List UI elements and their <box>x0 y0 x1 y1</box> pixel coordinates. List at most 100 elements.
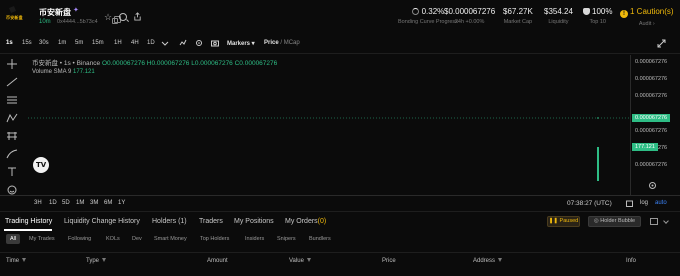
orders-count: (0) <box>317 218 327 225</box>
trades-table-header: Time Type Amount Value Price Address Inf… <box>0 252 680 268</box>
range-3m[interactable]: 3M <box>90 200 98 206</box>
filter-icon[interactable] <box>22 258 27 262</box>
tab-holders[interactable]: Holders (1) <box>152 218 187 225</box>
column-type[interactable]: Type <box>86 258 107 264</box>
volume-bar <box>597 147 599 181</box>
text-tool-icon[interactable] <box>6 167 18 177</box>
column-time[interactable]: Time <box>6 258 27 264</box>
price-axis[interactable]: 0.000067276 0.000067276 0.000067276 0.00… <box>630 55 680 195</box>
volume-badge: 177.121 <box>632 143 658 151</box>
timeframe-1d[interactable]: 1D <box>147 40 155 46</box>
layout-icon[interactable] <box>650 218 658 225</box>
auto-toggle[interactable]: auto <box>655 200 667 206</box>
star-icon[interactable]: ☆ <box>104 12 112 23</box>
shield-icon <box>583 8 590 15</box>
tradingview-logo[interactable]: TV <box>33 157 49 173</box>
horizontal-lines-icon[interactable] <box>6 95 18 105</box>
indicators-icon[interactable] <box>179 39 187 47</box>
contract-address[interactable]: 0x4444...5b73c4 <box>57 19 98 25</box>
chart-pair-label: 币安新盘 • 1s • Binance <box>32 60 101 67</box>
price-tick: 0.000067276 <box>635 162 668 168</box>
market-cap-label: Market Cap <box>503 19 533 25</box>
chart-legend-ohlc: 币安新盘 • 1s • Binance O0.000067276 H0.0000… <box>32 57 277 67</box>
range-3h[interactable]: 3H <box>34 200 42 206</box>
paused-button[interactable]: ❚❚ Paused <box>547 216 580 227</box>
camera-icon[interactable] <box>211 39 219 47</box>
timeframe-15s[interactable]: 15s <box>22 40 32 46</box>
range-6m[interactable]: 6M <box>104 200 112 206</box>
calendar-icon[interactable] <box>626 200 633 207</box>
price-chart[interactable] <box>28 55 630 195</box>
range-5d[interactable]: 5D <box>62 200 70 206</box>
filter-following[interactable]: Following <box>68 236 91 242</box>
column-address[interactable]: Address <box>473 258 503 264</box>
price-mcap-toggle[interactable]: Price / MCap <box>264 40 300 46</box>
filter-my-trades[interactable]: My Trades <box>29 236 55 242</box>
filter-kols[interactable]: KOLs <box>106 236 120 242</box>
token-header: 币安新盘 币安新盘 ✦ 10m 0x4444...5b73c4 ☆ 0.32% … <box>0 0 680 32</box>
token-name: 币安新盘 <box>39 8 71 17</box>
share-icon[interactable] <box>133 12 142 21</box>
tab-my-positions[interactable]: My Positions <box>234 218 274 225</box>
tab-trading-history[interactable]: Trading History <box>5 218 52 225</box>
filter-all[interactable]: All <box>6 234 21 244</box>
settings-gear-icon[interactable] <box>648 181 657 190</box>
active-tab-indicator <box>4 229 52 231</box>
filter-icon[interactable] <box>498 258 503 262</box>
stat-top10: 100% Top 10 <box>583 7 612 25</box>
tab-my-orders[interactable]: My Orders(0) <box>285 218 326 225</box>
filter-icon[interactable] <box>102 258 107 262</box>
settings-icon[interactable] <box>195 39 203 47</box>
current-price-badge: 0.000067276 <box>632 114 671 122</box>
price-change-label: 24h +0.00% <box>454 19 485 25</box>
filter-insiders[interactable]: Insiders <box>245 236 264 242</box>
trendline-icon[interactable] <box>6 77 18 87</box>
timeframe-5m[interactable]: 5m <box>75 40 83 46</box>
ohlc-values: O0.000067276 H0.000067276 L0.000067276 C… <box>101 60 278 67</box>
stat-price: $0.000067276 24h +0.00% <box>444 7 495 25</box>
pattern-icon[interactable] <box>6 113 18 123</box>
timeframe-4h[interactable]: 4H <box>131 40 139 46</box>
chevron-down-icon[interactable] <box>161 39 169 47</box>
crosshair-icon[interactable] <box>6 59 18 69</box>
filter-snipers[interactable]: Snipers <box>277 236 296 242</box>
token-logo: 币安新盘 <box>6 6 30 26</box>
filter-dev[interactable]: Dev <box>132 236 142 242</box>
liquidity-value: $354.24 <box>544 7 573 16</box>
column-price: Price <box>382 258 396 264</box>
filter-icon[interactable] <box>306 258 311 262</box>
filter-bundlers[interactable]: Bundlers <box>309 236 331 242</box>
column-value[interactable]: Value <box>289 258 311 264</box>
timeframe-1m[interactable]: 1m <box>58 40 66 46</box>
timeframe-30s[interactable]: 30s <box>39 40 49 46</box>
range-1y[interactable]: 1Y <box>118 200 125 206</box>
price-tick: 0.000067276 <box>635 59 668 65</box>
timeframe-1h[interactable]: 1H <box>114 40 122 46</box>
timeframe-1s[interactable]: 1s <box>6 40 13 46</box>
stat-audit[interactable]: ! 1 Caution(s) Audit › <box>620 7 674 27</box>
range-1d[interactable]: 1D <box>49 200 57 206</box>
markers-dropdown[interactable]: Markers ▾ <box>227 40 255 47</box>
audit-label: Audit › <box>638 21 655 27</box>
filter-top-holders[interactable]: Top Holders <box>200 236 229 242</box>
filter-smart-money[interactable]: Smart Money <box>154 236 187 242</box>
tab-traders[interactable]: Traders <box>199 218 223 225</box>
expand-icon[interactable] <box>657 39 666 48</box>
price-tick: 0.000067276 <box>635 128 668 134</box>
column-info: Info <box>626 258 637 264</box>
caution-icon: ! <box>620 10 628 18</box>
brush-icon[interactable] <box>6 149 18 159</box>
copy-icon[interactable] <box>112 16 121 24</box>
emoji-icon[interactable] <box>6 185 18 195</box>
holder-bubble-button[interactable]: ◎ Holder Bubble <box>588 216 641 227</box>
log-toggle[interactable]: log <box>640 200 648 206</box>
timeframe-15m[interactable]: 15m <box>92 40 104 46</box>
search-icon[interactable] <box>119 13 127 21</box>
range-1m[interactable]: 1M <box>76 200 84 206</box>
fib-icon[interactable] <box>6 131 18 141</box>
tab-liquidity-history[interactable]: Liquidity Change History <box>64 218 140 225</box>
chart-toolbar: 1s 15s 30s 1m 5m 15m 1H 4H 1D Markers ▾ … <box>0 32 680 54</box>
sparkle-icon: ✦ <box>73 7 79 14</box>
caution-value: 1 Caution(s) <box>630 7 674 16</box>
bonding-curve-value: 0.32% <box>421 7 445 16</box>
